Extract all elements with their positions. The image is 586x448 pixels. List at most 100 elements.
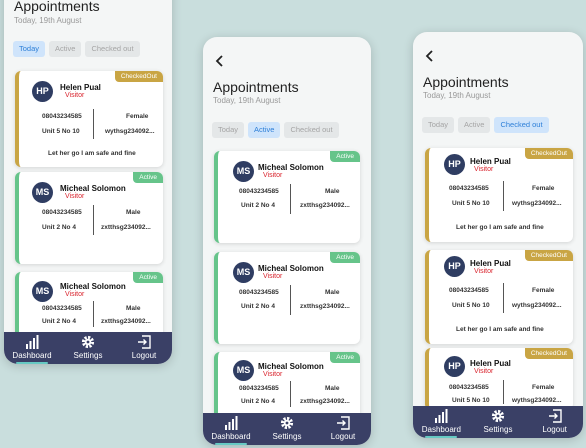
visitor-code: zxtthsg234092... (300, 202, 350, 209)
visitor-code: zxtthsg234092... (101, 318, 151, 325)
appointment-card[interactable]: Active MS Micheal Solomon Visitor 080432… (214, 151, 360, 243)
visitor-name: Helen Pual (470, 259, 511, 268)
avatar: HP (444, 356, 465, 377)
tab-active[interactable]: Active (248, 122, 281, 138)
avatar: HP (444, 154, 465, 175)
bottom-nav: Dashboard Settings Logout (4, 332, 172, 364)
bottom-nav: Dashboard Settings Logout (203, 413, 371, 445)
nav-dashboard-label: Dashboard (211, 432, 251, 441)
signal-bars-icon (225, 416, 238, 430)
back-arrow-icon[interactable] (424, 49, 436, 63)
nav-active-indicator (215, 443, 247, 445)
visitor-name: Helen Pual (470, 157, 511, 166)
nav-settings[interactable]: Settings (474, 409, 522, 434)
tab-checked-out[interactable]: Checked out (85, 41, 140, 57)
appointment-card[interactable]: Active MS Micheal Solomon Visitor 080432… (214, 252, 360, 344)
nav-dashboard-label: Dashboard (421, 425, 461, 434)
visitor-unit: Unit 2 No 4 (241, 202, 275, 209)
avatar: HP (444, 256, 465, 277)
phone-screen-checked-out: Appointments Today, 19th August Today Ac… (413, 32, 583, 438)
visitor-role: Visitor (65, 291, 85, 298)
nav-logout[interactable]: Logout (319, 416, 367, 441)
visitor-gender: Female (532, 287, 555, 294)
gear-icon (81, 335, 95, 349)
nav-dashboard[interactable]: Dashboard (417, 409, 465, 438)
visitor-name: Micheal Solomon (60, 184, 126, 193)
tab-today[interactable]: Today (13, 41, 46, 57)
signal-bars-icon (26, 335, 39, 349)
back-arrow-icon[interactable] (214, 54, 226, 68)
nav-active-indicator (425, 436, 458, 438)
appointment-card[interactable]: CheckedOut HP Helen Pual Visitor 0804323… (15, 71, 163, 167)
appointment-card[interactable]: CheckedOut HP Helen Pual Visitor 0804323… (425, 250, 573, 344)
visitor-role: Visitor (474, 268, 494, 275)
divider (503, 181, 504, 211)
visitor-gender: Male (325, 385, 340, 392)
gear-icon (280, 416, 294, 430)
visitor-name: Micheal Solomon (258, 362, 324, 371)
visitor-gender: Female (532, 185, 555, 192)
visitor-phone: 08043234585 (239, 289, 279, 296)
visitor-gender: Male (126, 305, 141, 312)
logout-icon (337, 416, 350, 430)
visitor-gender: Male (126, 209, 141, 216)
divider (503, 380, 504, 404)
visitor-unit: Unit 2 No 4 (241, 398, 275, 405)
visitor-unit: Unit 2 No 4 (42, 224, 76, 231)
tab-today[interactable]: Today (422, 117, 455, 133)
nav-logout-label: Logout (542, 425, 567, 434)
page-title: Appointments (213, 79, 299, 95)
gear-icon (491, 409, 505, 423)
status-badge: Active (330, 252, 360, 263)
avatar: MS (233, 360, 254, 381)
filter-tabs: Today Active Checked out (13, 41, 140, 57)
visitor-unit: Unit 5 No 10 (452, 397, 490, 404)
appointment-card[interactable]: CheckedOut HP Helen Pual Visitor 0804323… (425, 148, 573, 242)
nav-logout[interactable]: Logout (120, 335, 168, 360)
visitor-role: Visitor (263, 371, 283, 378)
visitor-phone: 08043234585 (42, 113, 82, 120)
nav-dashboard[interactable]: Dashboard (8, 335, 56, 364)
divider (503, 283, 504, 313)
nav-settings[interactable]: Settings (263, 416, 311, 441)
page-date: Today, 19th August (423, 91, 491, 100)
visitor-code: zxtthsg234092... (300, 398, 350, 405)
visitor-role: Visitor (263, 172, 283, 179)
visitor-gender: Female (532, 384, 555, 391)
nav-settings-label: Settings (272, 432, 302, 441)
visitor-name: Micheal Solomon (60, 282, 126, 291)
nav-dashboard[interactable]: Dashboard (207, 416, 255, 445)
visitor-unit: Unit 5 No 10 (452, 200, 490, 207)
divider (93, 301, 94, 327)
nav-active-indicator (16, 362, 48, 364)
visitor-phone: 08043234585 (449, 287, 489, 294)
signal-bars-icon (435, 409, 448, 423)
tab-checked-out[interactable]: Checked out (494, 117, 549, 133)
visitor-name: Micheal Solomon (258, 163, 324, 172)
tab-active[interactable]: Active (49, 41, 82, 57)
visitor-role: Visitor (65, 193, 85, 200)
tab-today[interactable]: Today (212, 122, 245, 138)
appointment-card[interactable]: Active MS Micheal Solomon Visitor 080432… (15, 172, 163, 264)
tab-checked-out[interactable]: Checked out (284, 122, 339, 138)
status-badge: Active (330, 352, 360, 363)
status-badge: Active (133, 172, 163, 183)
status-badge: Active (330, 151, 360, 162)
visitor-unit: Unit 2 No 4 (241, 303, 275, 310)
visitor-gender: Male (325, 188, 340, 195)
filter-tabs: Today Active Checked out (212, 122, 339, 138)
logout-icon (548, 409, 562, 423)
tab-active[interactable]: Active (458, 117, 491, 133)
visitor-unit: Unit 5 No 10 (42, 128, 80, 135)
appointment-card[interactable]: CheckedOut HP Helen Pual Visitor 0804323… (425, 348, 573, 410)
bottom-nav: Dashboard Settings Logout (413, 406, 583, 438)
visitor-role: Visitor (65, 92, 85, 99)
nav-logout[interactable]: Logout (531, 409, 579, 434)
nav-settings[interactable]: Settings (64, 335, 112, 360)
divider (290, 285, 291, 315)
status-badge: Active (133, 272, 163, 283)
status-badge: CheckedOut (114, 71, 163, 82)
visitor-note: Let her go I am safe and fine (456, 326, 544, 333)
appointment-card[interactable]: Active MS Micheal Solomon Visitor 080432… (214, 352, 360, 422)
divider (290, 184, 291, 214)
